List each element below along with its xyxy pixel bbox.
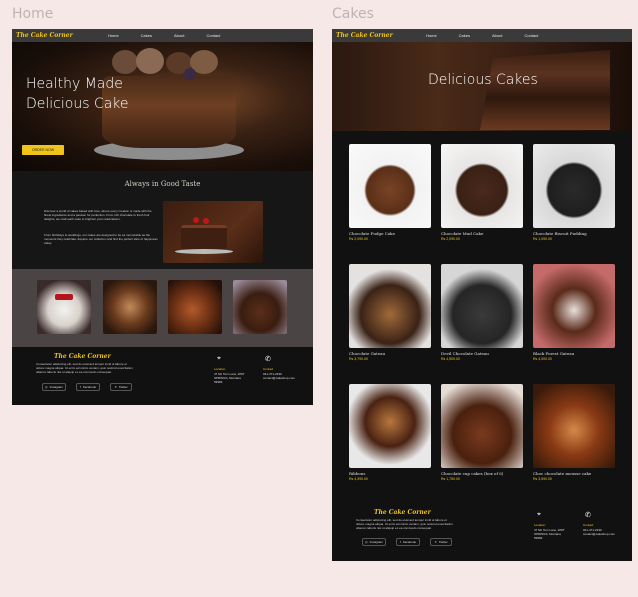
cake-card-price: Rs 1,750.00 <box>441 477 460 481</box>
cake-card-price: Rs 3,790.00 <box>349 357 368 361</box>
footer-text: Consectetur adipiscing elit, sed do eius… <box>356 518 453 530</box>
cake-card-image[interactable] <box>533 144 615 228</box>
contact-label: Contact <box>583 523 594 527</box>
cake-card-image[interactable] <box>441 264 523 348</box>
cake-card-price: Rs 4,390.00 <box>349 477 368 481</box>
home-hero: Healthy Made Delicious Cake ORDER NOW <box>12 42 313 171</box>
cake-card-image[interactable] <box>349 264 431 348</box>
twitter-label: Twitter <box>438 540 448 544</box>
instagram-button[interactable]: ◎ Instagram <box>362 538 386 546</box>
cake-card-name: Devil Chocolate Gateau <box>441 351 489 356</box>
about-paragraph-1: Discover a world of cakes baked with lov… <box>44 209 152 222</box>
gallery-section <box>12 269 313 347</box>
home-footer: The Cake Corner Consectetur adipiscing e… <box>12 347 313 405</box>
gallery-thumb-4 <box>233 280 287 334</box>
cakes-hero-image <box>480 50 610 130</box>
phone-icon: ✆ <box>265 356 271 363</box>
cake-card-price: Rs 1,090.00 <box>533 237 552 241</box>
location-pin-icon: ⌖ <box>537 511 541 518</box>
location-label: Location <box>534 523 546 527</box>
nav-about[interactable]: About <box>492 33 502 38</box>
cakes-frame-label: Cakes <box>332 6 374 22</box>
cake-card-image[interactable] <box>349 144 431 228</box>
section-title: Always in Good Taste <box>124 180 201 188</box>
cakes-logo[interactable]: The Cake Corner <box>336 32 424 39</box>
facebook-icon: f <box>79 385 81 389</box>
nav-about[interactable]: About <box>174 33 184 38</box>
nav-contact[interactable]: Contact <box>524 33 538 38</box>
cake-card-name: Chocolate Fudge Cake <box>349 231 395 236</box>
cake-card-image[interactable] <box>441 144 523 228</box>
cake-card-image[interactable] <box>349 384 431 468</box>
gallery-thumb-3 <box>168 280 222 334</box>
nav-home[interactable]: Home <box>108 33 119 38</box>
nav-contact[interactable]: Contact <box>206 33 220 38</box>
twitter-icon: ✕ <box>434 540 437 544</box>
hero-title-line2: Delicious Cake <box>26 96 129 112</box>
cake-card-name: Chocolate cup cakes (box of 6) <box>441 471 504 476</box>
cake-card-name: Choc chocolate mousse cake <box>533 471 592 476</box>
cake-card-image[interactable] <box>441 384 523 468</box>
twitter-label: Twitter <box>118 385 128 389</box>
cakes-hero: Delicious Cakes <box>332 42 632 131</box>
home-navbar: The Cake Corner Home Cakes About Contact <box>12 29 313 42</box>
footer-logo: The Cake Corner <box>374 509 431 516</box>
cakes-hero-title: Delicious Cakes <box>428 72 538 88</box>
facebook-button[interactable]: f Facebook <box>396 538 420 546</box>
cake-card-name: Chocolate Biscuit Pudding <box>533 231 587 236</box>
location-text: 47 Mc Tom Lane, WDT SPRINGS, Montana 599… <box>534 528 565 540</box>
location-text: 47 Mc Tom Lane, WDT SPRINGS, Montana 599… <box>214 372 245 384</box>
contact-text: 041-471-2330 contact@cakeshop.com <box>583 528 616 536</box>
about-section: Always in Good Taste Discover a world of… <box>12 171 313 269</box>
cake-card-price: Rs 3,590.00 <box>533 477 552 481</box>
phone-icon: ✆ <box>585 512 591 519</box>
cake-card-image[interactable] <box>533 264 615 348</box>
hero-title-line1: Healthy Made <box>26 76 123 92</box>
cake-card-price: Rs 2,090.00 <box>441 237 460 241</box>
nav-home[interactable]: Home <box>426 33 437 38</box>
cake-card-price: Rs 2,090.00 <box>349 237 368 241</box>
instagram-label: Instagram <box>49 385 63 389</box>
cake-card-name: Ribbons <box>349 471 366 476</box>
twitter-icon: ✕ <box>114 385 117 389</box>
footer-text: Consectetur adipiscing elit, sed do eius… <box>36 362 133 374</box>
location-pin-icon: ⌖ <box>217 355 221 362</box>
about-paragraph-2: From birthdays to weddings, our cakes ar… <box>44 233 158 246</box>
cake-card-image[interactable] <box>533 384 615 468</box>
facebook-label: Facebook <box>402 540 417 544</box>
cakes-navbar: The Cake Corner Home Cakes About Contact <box>332 29 632 42</box>
cake-card-name: Chocolate Gateau <box>349 351 386 356</box>
nav-cakes[interactable]: Cakes <box>141 33 152 38</box>
cake-card-name: Black Forest Gateau <box>533 351 575 356</box>
gallery-thumb-2 <box>103 280 157 334</box>
nav-cakes[interactable]: Cakes <box>459 33 470 38</box>
instagram-label: Instagram <box>369 540 383 544</box>
facebook-icon: f <box>399 540 401 544</box>
cakes-frame: The Cake Corner Home Cakes About Contact… <box>332 29 632 561</box>
location-label: Location <box>214 367 226 371</box>
contact-text: 041-471-2330 contact@cakeshop.com <box>263 372 296 380</box>
cake-card-name: Chocolate Mud Cake <box>441 231 484 236</box>
instagram-icon: ◎ <box>45 385 48 389</box>
facebook-button[interactable]: f Facebook <box>76 383 100 391</box>
facebook-label: Facebook <box>82 385 97 389</box>
order-now-button[interactable]: ORDER NOW <box>22 145 64 155</box>
cake-card-price: Rs 4,000.00 <box>533 357 552 361</box>
footer-logo: The Cake Corner <box>54 353 111 360</box>
cakes-footer: The Cake Corner Consectetur adipiscing e… <box>332 501 632 561</box>
gallery-thumb-1 <box>37 280 91 334</box>
contact-label: Contact <box>263 367 274 371</box>
home-frame: The Cake Corner Home Cakes About Contact… <box>12 29 313 405</box>
home-logo[interactable]: The Cake Corner <box>16 32 104 39</box>
instagram-button[interactable]: ◎ Instagram <box>42 383 66 391</box>
twitter-button[interactable]: ✕ Twitter <box>110 383 132 391</box>
twitter-button[interactable]: ✕ Twitter <box>430 538 452 546</box>
home-frame-label: Home <box>12 6 54 22</box>
cake-card-price: Rs 4,500.00 <box>441 357 460 361</box>
instagram-icon: ◎ <box>365 540 368 544</box>
about-cake-image <box>163 201 263 263</box>
